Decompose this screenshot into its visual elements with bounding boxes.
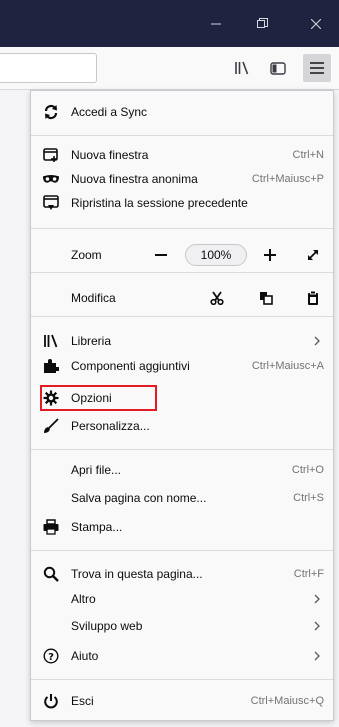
menu-separator <box>31 679 333 680</box>
hamburger-menu-icon <box>310 62 324 74</box>
printer-icon <box>43 519 59 535</box>
restore-session-icon <box>43 195 59 211</box>
menu-item-shortcut: Ctrl+Maiusc+A <box>251 360 324 372</box>
menu-item-label: Esci <box>71 694 94 708</box>
zoom-in-button[interactable] <box>260 245 280 265</box>
menu-item-customize[interactable]: Personalizza... <box>31 414 333 438</box>
app-menu-panel: Accedi a Sync Nuova finestra Ctrl+N Nuov… <box>30 90 334 721</box>
restore-button[interactable] <box>239 0 285 47</box>
sidebar-button[interactable] <box>264 54 292 82</box>
menu-item-shortcut: Ctrl+F <box>293 568 324 580</box>
zoom-reset-button[interactable]: 100% <box>185 244 247 266</box>
menu-item-open-file[interactable]: Apri file... Ctrl+O <box>31 458 333 482</box>
fullscreen-icon <box>308 250 318 260</box>
library-icon <box>235 61 249 75</box>
menu-item-label: Altro <box>71 592 96 606</box>
menu-item-label: Apri file... <box>71 463 122 477</box>
chevron-right-icon <box>314 594 320 604</box>
library-icon <box>43 333 59 349</box>
copy-icon <box>260 292 273 305</box>
paste-button[interactable] <box>303 288 323 308</box>
clipboard-icon <box>308 291 318 305</box>
menu-item-shortcut: Ctrl+Maiusc+Q <box>250 695 324 707</box>
menu-item-shortcut: Ctrl+S <box>293 492 324 504</box>
cut-button[interactable] <box>207 288 227 308</box>
menu-item-label: Componenti aggiuntivi <box>71 359 190 373</box>
chevron-right-icon <box>314 336 320 346</box>
fullscreen-button[interactable] <box>303 245 323 265</box>
menu-item-print[interactable]: Stampa... <box>31 515 333 539</box>
puzzle-icon <box>43 358 59 374</box>
window-titlebar <box>0 0 339 47</box>
menu-item-library[interactable]: Libreria <box>31 329 333 353</box>
chevron-right-icon <box>314 651 320 661</box>
edit-label: Modifica <box>71 291 116 305</box>
menu-item-private-window[interactable]: Nuova finestra anonima Ctrl+Maiusc+P <box>31 167 333 191</box>
open-menu-button[interactable] <box>303 54 331 82</box>
menu-item-new-window[interactable]: Nuova finestra Ctrl+N <box>31 143 333 167</box>
menu-item-find[interactable]: Trova in questa pagina... Ctrl+F <box>31 562 333 586</box>
menu-item-shortcut: Ctrl+N <box>292 149 324 161</box>
menu-separator <box>31 316 333 317</box>
menu-item-label: Accedi a Sync <box>71 105 148 119</box>
nav-toolbar <box>0 47 339 90</box>
menu-item-label: Trova in questa pagina... <box>71 567 203 581</box>
menu-separator <box>31 272 333 273</box>
power-icon <box>43 693 59 709</box>
menu-item-restore-session[interactable]: Ripristina la sessione precedente <box>31 191 333 215</box>
options-highlight-box <box>40 385 157 411</box>
menu-item-help[interactable]: ? Aiuto <box>31 644 333 668</box>
zoom-controls: Zoom 100% <box>31 238 333 272</box>
menu-item-shortcut: Ctrl+Maiusc+P <box>251 173 324 185</box>
close-icon <box>311 18 321 29</box>
menu-item-label: Aiuto <box>71 649 99 663</box>
sync-icon <box>43 104 59 120</box>
menu-item-label: Libreria <box>71 334 112 348</box>
menu-item-save-page[interactable]: Salva pagina con nome... Ctrl+S <box>31 486 333 510</box>
menu-item-addons[interactable]: Componenti aggiuntivi Ctrl+Maiusc+A <box>31 354 333 378</box>
menu-item-shortcut: Ctrl+O <box>291 464 324 476</box>
menu-item-quit[interactable]: Esci Ctrl+Maiusc+Q <box>31 689 333 713</box>
menu-separator <box>31 449 333 450</box>
menu-item-more[interactable]: Altro <box>31 587 333 611</box>
menu-item-label: Sviluppo web <box>71 619 143 633</box>
menu-item-label: Ripristina la sessione precedente <box>71 196 248 210</box>
menu-item-sync[interactable]: Accedi a Sync <box>31 100 333 124</box>
minimize-button[interactable] <box>193 0 239 47</box>
paintbrush-icon <box>43 418 59 434</box>
help-icon: ? <box>43 648 59 664</box>
chevron-right-icon <box>314 621 320 631</box>
plus-icon <box>264 249 276 261</box>
minimize-icon <box>211 23 221 24</box>
menu-item-web-dev[interactable]: Sviluppo web <box>31 614 333 638</box>
svg-text:?: ? <box>48 652 54 663</box>
private-mask-icon <box>43 171 59 187</box>
sidebar-icon <box>270 61 286 75</box>
zoom-label: Zoom <box>71 248 102 262</box>
edit-controls: Modifica <box>31 281 333 315</box>
menu-item-label: Nuova finestra anonima <box>71 172 198 186</box>
zoom-out-button[interactable] <box>151 245 171 265</box>
menu-item-label: Stampa... <box>71 520 123 534</box>
menu-separator <box>31 550 333 551</box>
close-button[interactable] <box>293 0 339 47</box>
restore-icon <box>256 18 268 28</box>
new-window-icon <box>43 147 59 163</box>
search-icon <box>43 566 59 582</box>
menu-item-label: Personalizza... <box>71 419 150 433</box>
menu-separator <box>31 135 333 136</box>
library-button[interactable] <box>228 54 256 82</box>
menu-separator <box>31 228 333 229</box>
minus-icon <box>155 254 167 256</box>
menu-item-label: Salva pagina con nome... <box>71 491 207 505</box>
scissors-icon <box>210 291 224 305</box>
copy-button[interactable] <box>256 288 276 308</box>
menu-item-label: Nuova finestra <box>71 148 149 162</box>
url-bar[interactable] <box>0 53 97 83</box>
